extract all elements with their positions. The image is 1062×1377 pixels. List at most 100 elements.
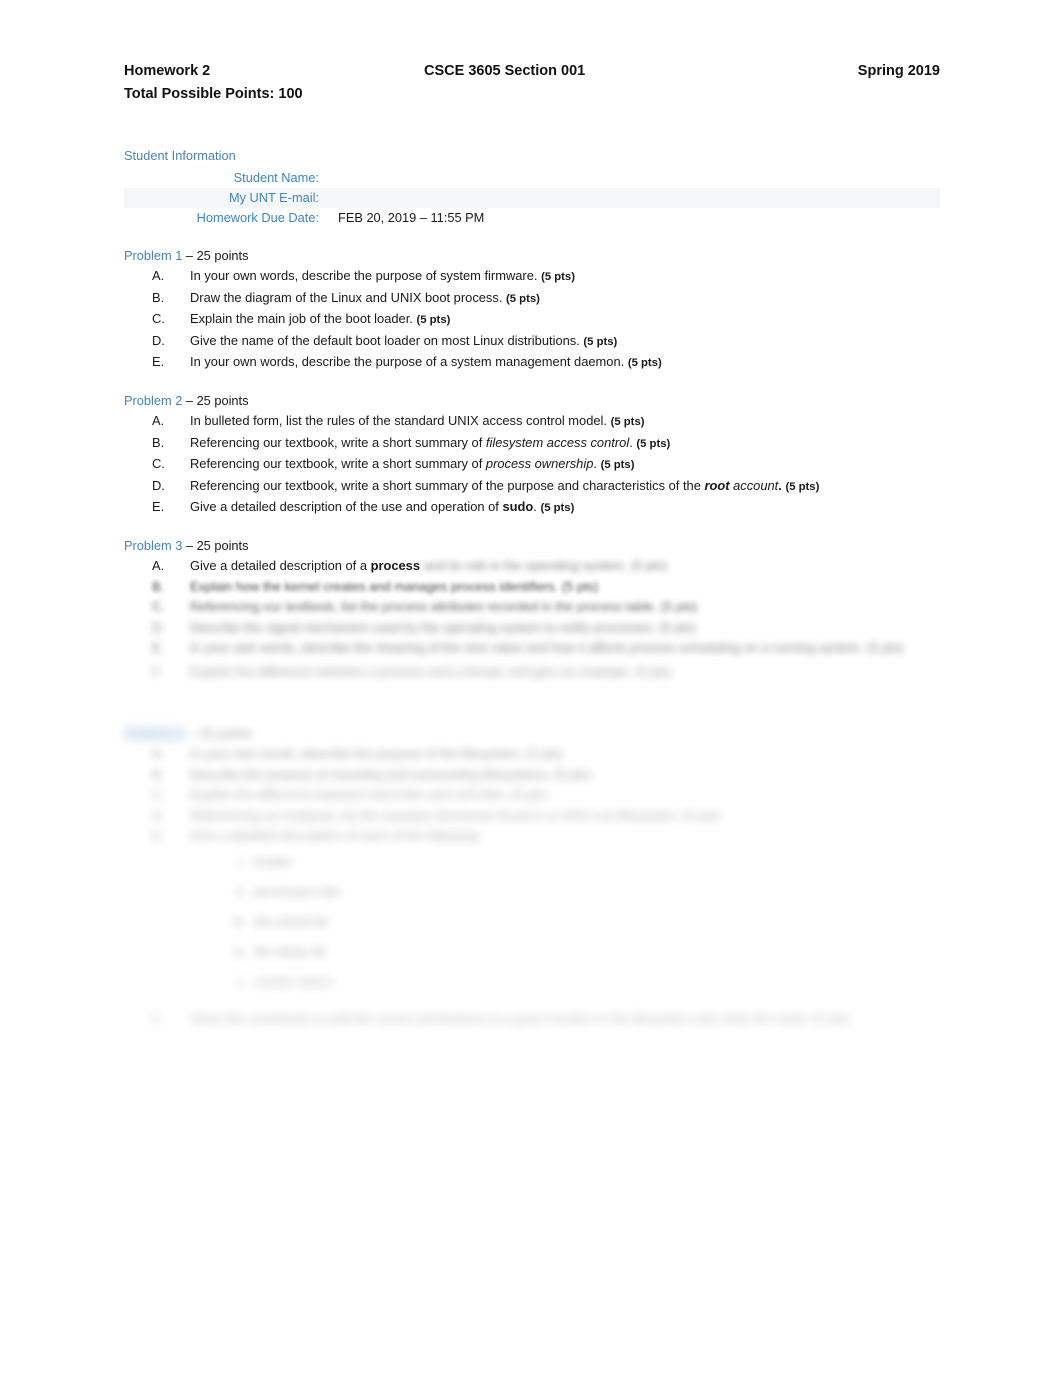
problem-4-points: – 25 points [188, 726, 252, 741]
item-points: (5 pts) [540, 502, 575, 514]
item-text: In bulleted form, list the rules of the … [190, 413, 607, 428]
item-text: Explain the difference between hard link… [190, 787, 548, 802]
item-marker: A. [152, 268, 165, 283]
due-date-label: Homework Due Date: [196, 210, 319, 225]
item-text: Referencing our textbook, list the proce… [190, 599, 698, 614]
problem-4-section: Problem 4 – 25 points A. In your own wor… [124, 724, 994, 1029]
item-marker: C. [152, 311, 165, 326]
item-marker: ii. [236, 883, 246, 899]
problem-1-points: – 25 points [185, 248, 249, 263]
course-title: CSCE 3605 Section 001 [424, 63, 586, 79]
item-points: (5 pts) [600, 459, 635, 471]
document-page: Homework 2 CSCE 3605 Section 001 Spring … [0, 0, 1062, 1377]
list-item: E. In your own words, describe the meani… [124, 638, 994, 659]
item-marker: B. [152, 578, 165, 594]
problem-4-list: A. In your own words, describe the purpo… [124, 744, 994, 847]
list-item: iv. the sticky bit [124, 937, 994, 967]
item-emphasis: process ownership [485, 456, 594, 471]
problem-1-list: A. In your own words, describe the purpo… [124, 266, 994, 374]
item-strong-emphasis: root [704, 477, 730, 493]
list-item: B. Draw the diagram of the Linux and UNI… [124, 288, 994, 310]
item-text: Give a detailed description of the use a… [190, 499, 503, 514]
unt-email-field[interactable] [327, 188, 940, 208]
problem-4-heading: Problem 4 – 25 points [124, 724, 994, 744]
list-item: E. Give a detailed description of each o… [124, 826, 994, 847]
problem-3-heading: Problem 3 – 25 points [124, 536, 994, 556]
item-marker: B. [152, 289, 165, 305]
item-text: Show the commands to add the correct per… [190, 1010, 850, 1026]
item-strong: process [370, 558, 421, 573]
term-label: Spring 2019 [857, 63, 940, 79]
item-points: (5 pts) [506, 292, 540, 305]
item-text: the sticky bit [254, 943, 325, 959]
item-marker: D. [152, 332, 165, 348]
item-marker: B. [152, 434, 165, 450]
item-marker: E. [152, 828, 165, 843]
list-item: B. Explain how the kernel creates and ma… [124, 577, 994, 598]
table-row-spacer [124, 228, 940, 248]
item-points: (5 pts) [636, 437, 671, 450]
list-item: D. Give the name of the default boot loa… [124, 331, 994, 353]
item-text: Referencing our textbook, list the stand… [190, 807, 721, 823]
item-text-tail: . [533, 499, 537, 514]
problem-1-heading: Problem 1 – 25 points [124, 246, 994, 266]
item-marker: D. [152, 807, 165, 823]
table-row: Student Name: [124, 168, 940, 188]
student-name-field[interactable] [327, 168, 940, 188]
total-points-label: Total Possible Points: 100 [124, 86, 303, 102]
item-points: (5 pts) [416, 314, 451, 326]
problem-3-section: Problem 3 – 25 points A. Give a detailed… [124, 536, 994, 685]
item-strong: sudo [502, 499, 534, 514]
item-points: (5 pts) [583, 335, 618, 348]
item-marker: C. [152, 787, 165, 802]
item-text: umask values [254, 973, 333, 989]
item-marker: F. [152, 1010, 163, 1026]
item-points: (5 pts) [610, 416, 645, 428]
student-information-title: Student Information [124, 148, 236, 163]
due-date-value: FEB 20, 2019 – 11:55 PM [338, 210, 485, 225]
item-points: (5 pts) [785, 480, 820, 493]
item-marker: A. [152, 746, 165, 761]
item-marker: D. [152, 619, 165, 635]
item-marker: E. [152, 640, 165, 655]
item-text: In your own words, describe the purpose … [190, 354, 625, 369]
list-item: i. inodes [124, 847, 994, 877]
list-item: A. In your own words, describe the purpo… [124, 266, 994, 288]
item-text: Give the name of the default boot loader… [190, 332, 580, 348]
list-item: D. Describe the signal mechanism used by… [124, 618, 994, 639]
item-marker: A. [152, 558, 165, 573]
item-points: (5 pts) [541, 271, 575, 283]
list-item: A. In bulleted form, list the rules of t… [124, 411, 994, 433]
item-text: Referencing our textbook, write a short … [190, 477, 705, 493]
list-item: v. umask values [124, 967, 994, 997]
item-text: In your own words, describe the purpose … [190, 268, 538, 283]
assignment-title: Homework 2 [124, 63, 211, 79]
problem-4-number: Problem 4 [124, 725, 186, 742]
list-item: D. Referencing our textbook, write a sho… [124, 476, 994, 498]
list-item: D. Referencing our textbook, list the st… [124, 806, 994, 827]
item-text: Referencing our textbook, write a short … [190, 434, 486, 450]
item-text: Explain the main job of the boot loader. [190, 311, 413, 326]
list-item: C. Referencing our textbook, list the pr… [124, 597, 994, 618]
item-emphasis: account [729, 477, 779, 493]
list-item: B. Describe the purpose of mounting and … [124, 765, 994, 786]
list-item: C. Explain the difference between hard l… [124, 785, 994, 806]
item-text-tail: . [593, 456, 597, 471]
list-item: F. Show the commands to add the correct … [124, 1009, 994, 1030]
item-text: Describe the signal mechanism used by th… [190, 619, 696, 635]
item-marker: B. [152, 766, 165, 782]
item-marker: E. [152, 499, 165, 514]
item-text: Describe the purpose of mounting and unm… [190, 766, 591, 782]
item-text-tail: . [778, 477, 782, 493]
item-text: Explain how the kernel creates and manag… [190, 578, 599, 594]
student-information-table: Student Name: My UNT E-mail: Homework Du… [124, 168, 940, 248]
list-item: C. Explain the main job of the boot load… [124, 309, 994, 331]
problem-3-list: A. Give a detailed description of a proc… [124, 556, 994, 685]
item-marker: iv. [234, 943, 246, 959]
item-text: inodes [254, 853, 292, 869]
item-text: permission bits [254, 883, 340, 899]
list-item: C. Referencing our textbook, write a sho… [124, 454, 994, 476]
item-text: Referencing our textbook, write a short … [190, 456, 486, 471]
item-emphasis: filesystem access control [485, 434, 630, 450]
item-marker: iii. [233, 913, 246, 929]
